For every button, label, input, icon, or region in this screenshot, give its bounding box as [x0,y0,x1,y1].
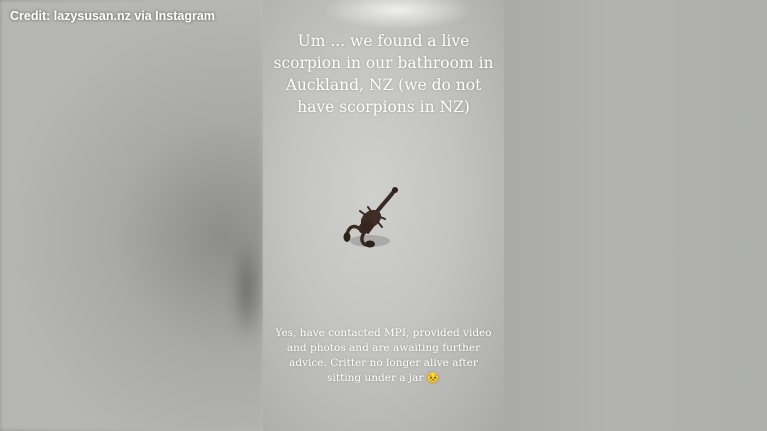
video-frame: Um ... we found a live scorpion in our b… [0,0,767,431]
background-shadow [232,235,262,345]
credit-label: Credit: lazysusan.nz via Instagram [10,9,215,23]
blurred-background-left [0,0,263,431]
vertical-video: Um ... we found a live scorpion in our b… [263,0,504,431]
light-reflection [323,0,473,30]
scorpion-image [343,187,398,248]
blurred-background-right [504,0,767,431]
caption-top: Um ... we found a live scorpion in our b… [273,32,494,116]
caption-bottom: Yes, have contacted MPI, provided video … [275,327,492,384]
